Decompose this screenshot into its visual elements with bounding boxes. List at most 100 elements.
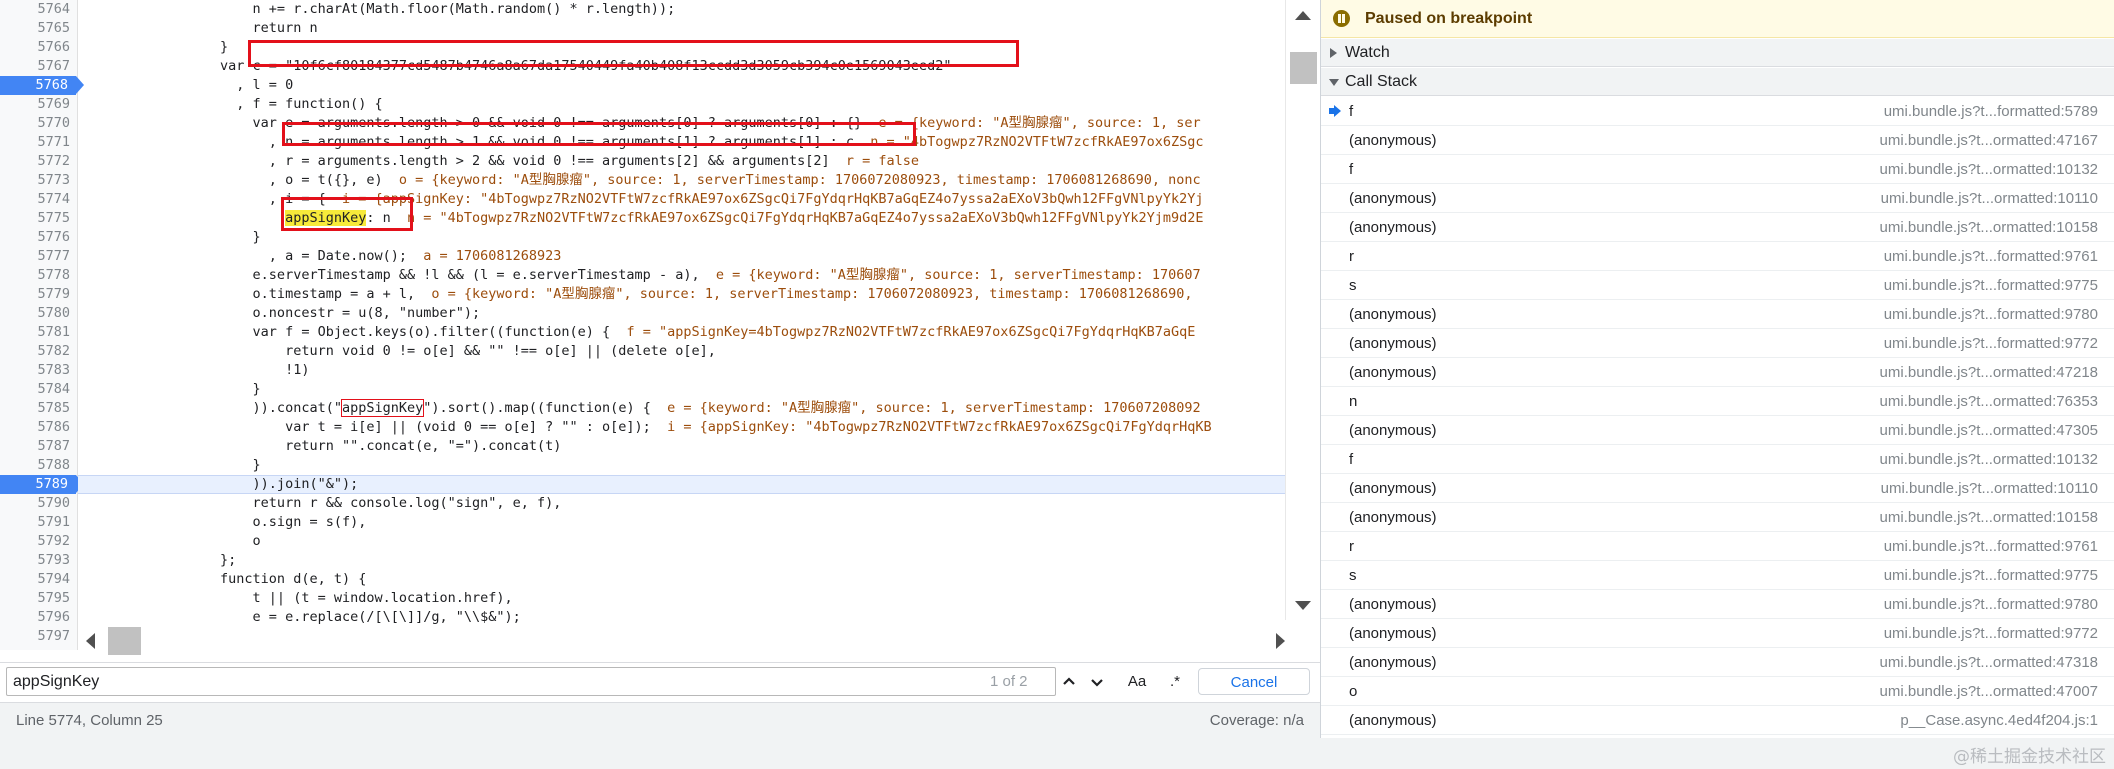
code-line[interactable]: !1) bbox=[90, 361, 309, 380]
line-number[interactable]: 5768 bbox=[0, 76, 84, 95]
line-number[interactable]: 5794 bbox=[0, 570, 78, 589]
call-stack-section-header[interactable]: Call Stack bbox=[1321, 68, 2114, 96]
call-frame[interactable]: f umi.bundle.js?t...ormatted:10132 bbox=[1321, 155, 2114, 184]
frame-location[interactable]: umi.bundle.js?t...ormatted:47305 bbox=[1880, 422, 2098, 439]
code-line[interactable]: } bbox=[90, 228, 261, 247]
code-line[interactable]: t || (t = window.location.href), bbox=[90, 589, 513, 608]
frame-location[interactable]: umi.bundle.js?t...formatted:9780 bbox=[1884, 596, 2098, 613]
vertical-scroll-thumb[interactable] bbox=[1290, 52, 1317, 84]
line-number[interactable]: 5785 bbox=[0, 399, 78, 418]
frame-location[interactable]: umi.bundle.js?t...formatted:9761 bbox=[1884, 248, 2098, 265]
frame-location[interactable]: umi.bundle.js?t...formatted:9775 bbox=[1884, 567, 2098, 584]
match-case-button[interactable]: Aa bbox=[1120, 668, 1154, 695]
call-frame[interactable]: (anonymous) umi.bundle.js?t...ormatted:47… bbox=[1321, 126, 2114, 155]
regex-button[interactable]: .* bbox=[1160, 668, 1190, 695]
call-frame[interactable]: f umi.bundle.js?t...formatted:5789 bbox=[1321, 97, 2114, 126]
previous-match-button[interactable] bbox=[1056, 668, 1082, 695]
code-line[interactable]: return r && console.log("sign", e, f), bbox=[90, 494, 562, 513]
code-line[interactable]: } bbox=[90, 456, 261, 475]
code-line[interactable]: var t = i[e] || (void 0 == o[e] ? "" : o… bbox=[90, 418, 1212, 437]
line-number[interactable]: 5796 bbox=[0, 608, 78, 627]
frame-location[interactable]: umi.bundle.js?t...ormatted:10158 bbox=[1880, 219, 2098, 236]
code-line[interactable]: )).concat("appSignKey").sort().map((func… bbox=[90, 399, 1201, 418]
line-number[interactable]: 5797 bbox=[0, 627, 78, 646]
code-line[interactable]: , a = Date.now(); a = 1706081268923 bbox=[90, 247, 562, 266]
next-match-button[interactable] bbox=[1084, 668, 1110, 695]
call-frame[interactable]: (anonymous) umi.bundle.js?t...ormatted:47… bbox=[1321, 416, 2114, 445]
frame-location[interactable]: umi.bundle.js?t...ormatted:47007 bbox=[1880, 683, 2098, 700]
call-frame[interactable]: (anonymous) umi.bundle.js?t...ormatted:10… bbox=[1321, 503, 2114, 532]
call-frame[interactable]: (anonymous) umi.bundle.js?t...ormatted:10… bbox=[1321, 213, 2114, 242]
line-number[interactable]: 5795 bbox=[0, 589, 78, 608]
code-line[interactable]: var e = arguments.length > 0 && void 0 !… bbox=[90, 114, 1201, 133]
call-frame[interactable]: n umi.bundle.js?t...ormatted:76353 bbox=[1321, 387, 2114, 416]
frame-location[interactable]: umi.bundle.js?t...ormatted:47167 bbox=[1880, 132, 2098, 149]
line-number[interactable]: 5764 bbox=[0, 0, 78, 19]
frame-location[interactable]: umi.bundle.js?t...ormatted:47218 bbox=[1880, 364, 2098, 381]
call-frame[interactable]: r umi.bundle.js?t...formatted:9761 bbox=[1321, 242, 2114, 271]
watch-section-header[interactable]: Watch bbox=[1321, 39, 2114, 67]
code-line[interactable]: , i = { i = {appSignKey: "4bTogwpz7RzNO2… bbox=[90, 190, 1204, 209]
line-number[interactable]: 5766 bbox=[0, 38, 78, 57]
frame-location[interactable]: umi.bundle.js?t...formatted:9761 bbox=[1884, 538, 2098, 555]
code-line[interactable]: o bbox=[90, 532, 261, 551]
coverage-status[interactable]: Coverage: n/a bbox=[1210, 712, 1304, 729]
frame-location[interactable]: umi.bundle.js?t...formatted:9780 bbox=[1884, 306, 2098, 323]
line-number[interactable]: 5770 bbox=[0, 114, 78, 133]
frame-location[interactable]: umi.bundle.js?t...ormatted:10110 bbox=[1881, 480, 2098, 497]
frame-location[interactable]: umi.bundle.js?t...ormatted:10110 bbox=[1881, 190, 2098, 207]
scroll-right-icon[interactable] bbox=[1276, 633, 1285, 649]
code-line[interactable]: e = e.replace(/[\[\]]/g, "\\$&"); bbox=[90, 608, 521, 627]
code-line[interactable]: o.noncestr = u(8, "number"); bbox=[90, 304, 481, 323]
horizontal-scroll-thumb[interactable] bbox=[108, 627, 141, 655]
search-input[interactable]: appSignKey bbox=[6, 667, 1056, 696]
call-frame[interactable]: (anonymous) umi.bundle.js?t...formatted:9… bbox=[1321, 329, 2114, 358]
call-frame[interactable]: (anonymous) umi.bundle.js?t...ormatted:47… bbox=[1321, 648, 2114, 677]
frame-location[interactable]: umi.bundle.js?t...ormatted:10132 bbox=[1880, 451, 2098, 468]
cancel-button[interactable]: Cancel bbox=[1198, 668, 1310, 695]
scroll-up-icon[interactable] bbox=[1295, 11, 1311, 20]
code-line[interactable]: } bbox=[90, 38, 228, 57]
frame-location[interactable]: umi.bundle.js?t...ormatted:10132 bbox=[1880, 161, 2098, 178]
call-frame[interactable]: (anonymous) umi.bundle.js?t...ormatted:10… bbox=[1321, 474, 2114, 503]
code-line[interactable]: , o = t({}, e) o = {keyword: "A型胸腺瘤", so… bbox=[90, 171, 1201, 190]
frame-location[interactable]: umi.bundle.js?t...ormatted:76353 bbox=[1880, 393, 2098, 410]
code-line[interactable]: n += r.charAt(Math.floor(Math.random() *… bbox=[90, 0, 676, 19]
code-line[interactable]: } bbox=[90, 380, 261, 399]
code-line[interactable]: , f = function() { bbox=[90, 95, 382, 114]
line-number[interactable]: 5789 bbox=[0, 475, 84, 494]
call-frame[interactable]: (anonymous) umi.bundle.js?t...ormatted:47… bbox=[1321, 358, 2114, 387]
line-number[interactable]: 5779 bbox=[0, 285, 78, 304]
code-line[interactable]: o.sign = s(f), bbox=[90, 513, 367, 532]
frame-location[interactable]: p__Case.async.4ed4f204.js:1 bbox=[1900, 712, 2098, 729]
call-frame[interactable]: (anonymous) umi.bundle.js?t...formatted:9… bbox=[1321, 619, 2114, 648]
line-number[interactable]: 5780 bbox=[0, 304, 78, 323]
line-number[interactable]: 5771 bbox=[0, 133, 78, 152]
line-number[interactable]: 5772 bbox=[0, 152, 78, 171]
frame-location[interactable]: umi.bundle.js?t...ormatted:47318 bbox=[1880, 654, 2098, 671]
scroll-down-icon[interactable] bbox=[1295, 601, 1311, 610]
code-line[interactable]: , l = 0 bbox=[90, 76, 293, 95]
line-number[interactable]: 5792 bbox=[0, 532, 78, 551]
line-number[interactable]: 5774 bbox=[0, 190, 78, 209]
call-frame[interactable]: (anonymous) umi.bundle.js?t...formatted:9… bbox=[1321, 590, 2114, 619]
call-frame[interactable]: f umi.bundle.js?t...ormatted:10132 bbox=[1321, 445, 2114, 474]
code-line[interactable]: e.serverTimestamp && !l && (l = e.server… bbox=[90, 266, 1201, 285]
line-number[interactable]: 5787 bbox=[0, 437, 78, 456]
line-number[interactable]: 5775 bbox=[0, 209, 78, 228]
scroll-left-icon[interactable] bbox=[86, 633, 95, 649]
horizontal-scrollbar[interactable] bbox=[78, 626, 1285, 658]
line-number[interactable]: 5769 bbox=[0, 95, 78, 114]
frame-location[interactable]: umi.bundle.js?t...formatted:5789 bbox=[1884, 103, 2098, 120]
line-number[interactable]: 5767 bbox=[0, 57, 78, 76]
line-number[interactable]: 5776 bbox=[0, 228, 78, 247]
code-line[interactable]: , n = arguments.length > 1 && void 0 !==… bbox=[90, 133, 1204, 152]
call-frame[interactable]: o umi.bundle.js?t...ormatted:47007 bbox=[1321, 677, 2114, 706]
line-number[interactable]: 5783 bbox=[0, 361, 78, 380]
code-line[interactable]: return n bbox=[90, 19, 318, 38]
code-line[interactable]: , r = arguments.length > 2 && void 0 !==… bbox=[90, 152, 919, 171]
line-number[interactable]: 5793 bbox=[0, 551, 78, 570]
frame-location[interactable]: umi.bundle.js?t...formatted:9775 bbox=[1884, 277, 2098, 294]
call-frame[interactable]: (anonymous) umi.bundle.js?t...formatted:9… bbox=[1321, 300, 2114, 329]
line-number[interactable]: 5788 bbox=[0, 456, 78, 475]
